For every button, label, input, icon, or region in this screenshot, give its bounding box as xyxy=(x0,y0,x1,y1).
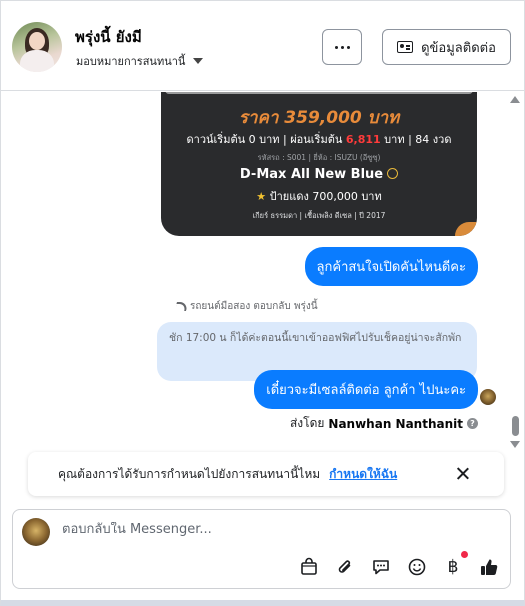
thumbs-up-icon[interactable] xyxy=(478,556,500,578)
help-icon[interactable]: ? xyxy=(467,418,478,429)
more-dot-icon xyxy=(340,45,344,49)
assign-to-me-link[interactable]: กำหนดให้ฉัน xyxy=(329,465,397,484)
car-model: D-Max All New Blue xyxy=(161,167,477,182)
car-plate-price: ★ ป้ายแดง 700,000 บาท xyxy=(161,187,477,205)
view-contact-info-label: ดูข้อมูลติดต่อ xyxy=(421,40,496,56)
more-options-button[interactable] xyxy=(322,29,362,65)
reply-input[interactable] xyxy=(62,522,482,537)
assign-dropdown[interactable]: มอบหมายการสนทนานี้ xyxy=(76,52,204,70)
message-composer: ฿ xyxy=(12,509,511,589)
contact-avatar[interactable] xyxy=(12,22,62,72)
sent-by-label: ส่งโดย xyxy=(289,416,325,430)
composer-toolbar: ฿ xyxy=(298,551,500,578)
outgoing-reply-message[interactable]: เดี๋ยวจะมีเซลล์ติดต่อ ลูกค้า ไปนะคะ xyxy=(254,370,478,409)
star-icon: ★ xyxy=(256,190,270,203)
assign-to-me-prompt: คุณต้องการได้รับการกำหนดไปยังการสนทนานี้… xyxy=(28,452,504,496)
view-contact-info-button[interactable]: ดูข้อมูลติดต่อ xyxy=(382,29,511,65)
car-specs: เกียร์ ธรรมดา | เชื้อเพลิง ดีเซล | ปี 20… xyxy=(252,211,386,220)
scroll-down-arrow-icon[interactable] xyxy=(510,441,520,448)
scroll-up-arrow-icon[interactable] xyxy=(510,96,520,103)
car-finance-terms: ดาวน์เริ่มต้น 0 บาท | ผ่อนเริ่มต้น 6,811… xyxy=(161,130,477,148)
conversation-panel: พรุ่งนี้ ยังมี มอบหมายการสนทนานี้ ดูข้อม… xyxy=(0,0,525,606)
terms-installment: 6,811 xyxy=(345,133,381,146)
page-seen-avatar xyxy=(480,389,496,405)
outgoing-message[interactable]: ลูกค้าสนใจเปิดคันไหนดีคะ xyxy=(304,247,478,286)
contact-card-icon xyxy=(397,41,414,53)
reply-arrow-icon xyxy=(175,302,188,311)
car-listing-image[interactable]: ราคา 359,000 บาท ดาวน์เริ่มต้น 0 บาท | ผ… xyxy=(161,92,477,236)
reply-context-text: รถยนต์มือสอง ตอบกลับ พรุ่งนี้ xyxy=(190,301,318,312)
sender-name[interactable]: Nanwhan Nanthanit xyxy=(328,417,463,431)
assign-label: มอบหมายการสนทนานี้ xyxy=(76,55,186,68)
avatar-face xyxy=(29,32,45,50)
avatar-dress xyxy=(20,50,54,72)
close-icon[interactable] xyxy=(457,467,469,479)
shop-bag-icon[interactable] xyxy=(298,556,320,578)
scrollbar-thumb[interactable] xyxy=(512,416,519,436)
saved-reply-icon[interactable] xyxy=(370,556,392,578)
more-dot-icon xyxy=(334,45,338,49)
baht-icon[interactable]: ฿ xyxy=(442,551,468,578)
plate-text: ป้ายแดง 700,000 บาท xyxy=(269,190,382,203)
message-thread[interactable]: ราคา 359,000 บาท ดาวน์เริ่มต้น 0 บาท | ผ… xyxy=(1,92,524,450)
card-top-bar xyxy=(165,92,473,94)
page-avatar xyxy=(22,518,50,546)
conversation-header: พรุ่งนี้ ยังมี มอบหมายการสนทนานี้ ดูข้อม… xyxy=(1,1,524,91)
car-price: ราคา 359,000 บาท xyxy=(238,108,400,128)
more-dot-icon xyxy=(346,45,350,49)
notification-dot xyxy=(461,551,468,558)
chevron-down-icon xyxy=(193,58,204,64)
sent-by-info: ส่งโดย Nanwhan Nanthanit ? xyxy=(290,414,478,433)
contact-name[interactable]: พรุ่งนี้ ยังมี xyxy=(75,25,142,49)
paperclip-icon[interactable] xyxy=(334,556,356,578)
car-meta: รหัสรถ : S001 | ยี่ห้อ : ISUZU (อีซูซุ) xyxy=(257,153,381,162)
emoji-icon[interactable] xyxy=(406,556,428,578)
car-model-name: D-Max All New Blue xyxy=(239,167,384,182)
card-corner-accent xyxy=(455,222,477,236)
assign-prompt-text: คุณต้องการได้รับการกำหนดไปยังการสนทนานี้… xyxy=(58,466,321,481)
terms-suffix: บาท | 84 งวด xyxy=(380,133,452,146)
verified-check-icon xyxy=(387,168,399,179)
baht-symbol: ฿ xyxy=(447,557,459,577)
terms-prefix: ดาวน์เริ่มต้น 0 บาท | ผ่อนเริ่มต้น xyxy=(186,133,346,146)
reply-context: รถยนต์มือสอง ตอบกลับ พรุ่งนี้ xyxy=(175,299,318,314)
